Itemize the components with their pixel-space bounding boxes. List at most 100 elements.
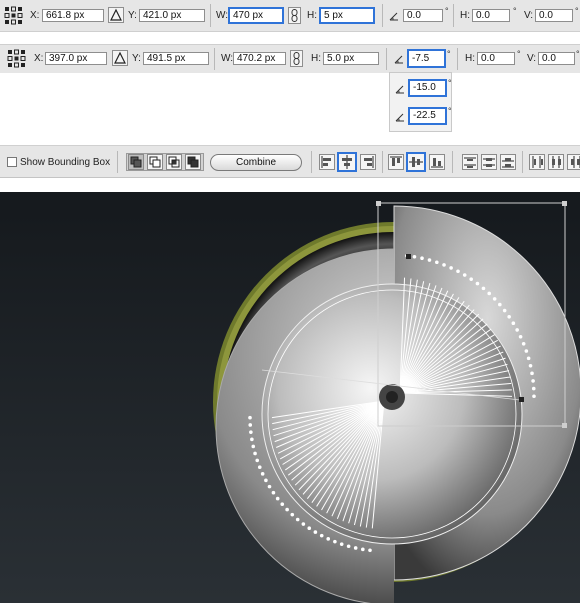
shear-h-field[interactable]: 0.0 — [472, 9, 510, 22]
divider — [386, 48, 387, 70]
divider — [382, 4, 383, 27]
x-field[interactable]: 397.0 px — [45, 52, 107, 65]
angle-icon — [389, 12, 398, 21]
tick-marker — [532, 394, 536, 399]
tick-marker — [456, 269, 460, 274]
tick-marker — [251, 444, 256, 449]
distribute-icon[interactable] — [462, 154, 478, 170]
artboard-canvas[interactable] — [0, 192, 580, 603]
tick-marker — [492, 297, 497, 301]
tick-marker — [531, 379, 535, 383]
shear-h-label: H: — [460, 10, 470, 21]
tick-marker — [271, 490, 276, 495]
tick-marker — [326, 537, 331, 541]
shape-mode-icon[interactable] — [166, 154, 182, 170]
tick-marker — [420, 256, 424, 261]
distribute-icon[interactable] — [500, 154, 516, 170]
w-label: W: — [221, 53, 234, 64]
tick-marker — [442, 263, 446, 267]
shape-mode-icon[interactable] — [128, 154, 144, 170]
shape-mode-icon[interactable] — [185, 154, 201, 170]
triangle-icon[interactable] — [112, 50, 128, 66]
divider — [311, 151, 312, 173]
tick-marker — [502, 308, 507, 313]
y-label: Y: — [132, 53, 141, 64]
y-field[interactable]: 421.0 px — [139, 9, 205, 22]
align-icon[interactable] — [406, 152, 426, 172]
align-icon[interactable] — [337, 152, 357, 172]
distribute-icon[interactable] — [567, 154, 580, 170]
degree-unit: ° — [517, 49, 521, 59]
distribute-icon[interactable] — [529, 154, 545, 170]
tick-marker — [285, 507, 289, 512]
distribute-icon[interactable] — [548, 154, 564, 170]
x-field[interactable]: 661.8 px — [42, 9, 104, 22]
align-icon[interactable] — [388, 154, 404, 170]
divider — [522, 151, 523, 173]
tick-marker — [515, 328, 519, 332]
align-icon[interactable] — [360, 154, 376, 170]
w-field[interactable]: 470.2 px — [233, 52, 286, 65]
tick-marker — [427, 258, 432, 262]
show-bounding-box-checkbox[interactable] — [7, 157, 17, 167]
link-proportions-icon[interactable] — [290, 50, 303, 67]
link-proportions-icon[interactable] — [288, 7, 301, 24]
tick-marker — [521, 342, 526, 346]
degree-unit: ° — [575, 6, 579, 16]
tick-marker — [346, 544, 351, 549]
gauge-artwork — [213, 201, 580, 603]
tick-marker — [267, 484, 272, 489]
divider — [452, 151, 453, 173]
tick-marker — [249, 430, 253, 434]
rotate-option[interactable]: -15.0 — [408, 79, 447, 97]
w-label: W: — [216, 10, 229, 21]
tick-marker — [339, 542, 344, 546]
rotate-field[interactable]: 0.0 — [403, 9, 443, 22]
y-field[interactable]: 491.5 px — [143, 52, 209, 65]
tick-marker — [319, 533, 324, 538]
reference-point-icon[interactable] — [7, 49, 26, 68]
h-label: H: — [311, 53, 321, 64]
angle-icon — [395, 113, 404, 122]
divider — [453, 4, 454, 27]
tick-marker — [333, 539, 337, 544]
divider — [382, 151, 383, 173]
tick-marker — [361, 547, 365, 552]
h-field[interactable]: 5 px — [319, 7, 375, 24]
tick-marker — [275, 496, 280, 501]
shear-h-field[interactable]: 0.0 — [477, 52, 515, 65]
rotate-field[interactable]: -7.5 — [407, 49, 446, 68]
tick-marker — [353, 546, 358, 550]
degree-unit: ° — [445, 6, 449, 16]
h-field[interactable]: 5.0 px — [323, 52, 379, 65]
reference-point-icon[interactable] — [4, 6, 23, 25]
tick-marker — [526, 356, 531, 361]
tick-marker — [253, 451, 257, 456]
shape-mode-icon[interactable] — [147, 154, 163, 170]
tick-marker — [290, 512, 295, 517]
tick-marker — [531, 386, 536, 391]
rotate-option[interactable]: -22.5 — [408, 107, 447, 125]
tick-marker — [307, 526, 312, 531]
show-bounding-box-label: Show Bounding Box — [20, 157, 111, 168]
tick-marker — [412, 254, 417, 259]
combine-button[interactable]: Combine — [210, 154, 302, 171]
w-field[interactable]: 470 px — [228, 7, 284, 24]
tick-marker — [250, 437, 254, 442]
tick-marker — [264, 478, 268, 483]
distribute-icon[interactable] — [481, 154, 497, 170]
x-label: X: — [34, 53, 44, 64]
shear-v-label: V: — [527, 53, 537, 64]
tick-marker — [481, 286, 486, 291]
shear-v-field[interactable]: 0.0 — [535, 9, 573, 22]
triangle-icon[interactable] — [108, 7, 124, 23]
align-icon[interactable] — [429, 154, 445, 170]
tick-marker — [530, 371, 534, 376]
tick-marker — [257, 465, 262, 469]
tick-marker — [280, 502, 285, 507]
degree-unit: ° — [576, 49, 580, 59]
align-icon[interactable] — [319, 154, 335, 170]
tick-marker — [462, 273, 467, 277]
tick-marker — [260, 472, 265, 476]
shear-v-field[interactable]: 0.0 — [538, 52, 575, 65]
